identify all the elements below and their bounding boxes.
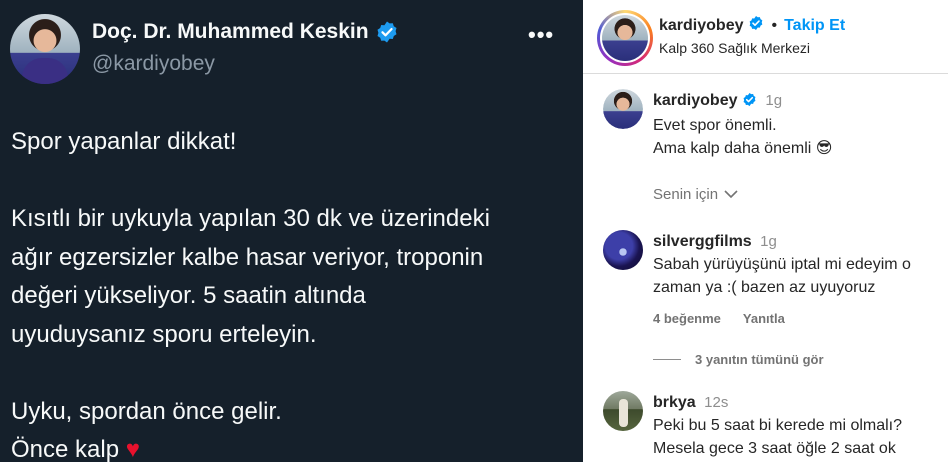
avatar: [602, 15, 648, 61]
comment-line: Mesela gece 3 saat öğle 2 saat ok: [653, 440, 896, 457]
tweet-card: Doç. Dr. Muhammed Keskin @kardiyobey •••…: [0, 0, 583, 462]
likes-count[interactable]: 4 beğenme: [653, 311, 721, 326]
caption-line: Ama kalp daha önemli 😎: [653, 140, 833, 157]
tweet-author-handle[interactable]: @kardiyobey: [92, 52, 215, 76]
view-replies-button[interactable]: 3 yanıtın tümünü gör: [653, 352, 824, 367]
comment-actions: 4 beğenme Yanıtla: [653, 311, 785, 326]
comment-avatar[interactable]: [603, 391, 643, 431]
header-user-row: kardiyobey • Takip Et: [659, 15, 845, 36]
comment-avatar[interactable]: [603, 230, 643, 270]
caption-line: Evet spor önemli.: [653, 117, 777, 134]
avatar: [603, 89, 643, 129]
verified-badge-icon: [375, 20, 399, 44]
instagram-post-panel: kardiyobey • Takip Et Kalp 360 Sağlık Me…: [583, 0, 948, 462]
header-location[interactable]: Kalp 360 Sağlık Merkezi: [659, 40, 810, 56]
verified-badge-icon: [748, 15, 764, 36]
follow-button[interactable]: Takip Et: [784, 17, 845, 35]
tweet-line-last: Önce kalp ♥: [11, 431, 571, 462]
tweet-line: Uyku, spordan önce gelir.: [11, 397, 282, 425]
comment-line: zaman ya :( bazen az uyuyoruz: [653, 279, 876, 296]
tweet-line: ağır egzersizler kalbe hasar veriyor, tr…: [11, 243, 484, 271]
heart-emoji-icon: ♥: [125, 436, 140, 462]
header-username[interactable]: kardiyobey: [659, 17, 743, 35]
comment-body: brkya 12s Peki bu 5 saat bi kerede mi ol…: [653, 391, 902, 460]
caption-time[interactable]: 1g: [765, 92, 782, 109]
tweet-line: uyuduysanız sporu erteleyin.: [11, 320, 317, 348]
caption-avatar[interactable]: [603, 89, 643, 129]
tweet-author-name[interactable]: Doç. Dr. Muhammed Keskin: [92, 20, 369, 44]
replies-divider: [653, 359, 681, 360]
for-you-dropdown[interactable]: Senin için: [653, 186, 738, 203]
view-replies-label: 3 yanıtın tümünü gör: [695, 352, 824, 367]
separator-dot: •: [771, 16, 778, 34]
tweet-line: Kısıtlı bir uykuyla yapılan 30 dk ve üze…: [11, 205, 490, 232]
comment-time[interactable]: 12s: [704, 394, 728, 411]
for-you-label: Senin için: [653, 186, 719, 203]
comment-body: silverggfilms 1g Sabah yürüyüşünü iptal …: [653, 230, 911, 299]
more-options-icon[interactable]: •••: [528, 22, 554, 48]
chevron-down-icon: [724, 186, 738, 203]
tweet-text: Spor yapanlar dikkat! Kısıtlı bir uykuyl…: [11, 123, 571, 462]
reply-button[interactable]: Yanıtla: [743, 311, 785, 326]
tweet-line-text: Önce kalp: [11, 436, 120, 462]
story-ring-avatar[interactable]: [597, 10, 653, 66]
comment-username[interactable]: silverggfilms: [653, 233, 752, 250]
comment-line: Sabah yürüyüşünü iptal mi edeyim o: [653, 256, 911, 273]
tweet-avatar[interactable]: [10, 14, 80, 84]
comment-line: Peki bu 5 saat bi kerede mi olmalı?: [653, 417, 903, 434]
tweet-line: Spor yapanlar dikkat!: [11, 128, 237, 155]
tweet-author-row: Doç. Dr. Muhammed Keskin: [92, 20, 399, 44]
verified-badge-icon: [742, 91, 757, 114]
comment-time[interactable]: 1g: [760, 233, 777, 250]
caption-username[interactable]: kardiyobey: [653, 92, 737, 109]
tweet-line: değeri yükseliyor. 5 saatin altında: [11, 282, 366, 309]
caption-body: kardiyobey 1g Evet spor önemli. Ama kalp…: [653, 89, 832, 160]
comment-username[interactable]: brkya: [653, 394, 696, 411]
post-header: kardiyobey • Takip Et Kalp 360 Sağlık Me…: [583, 0, 948, 74]
